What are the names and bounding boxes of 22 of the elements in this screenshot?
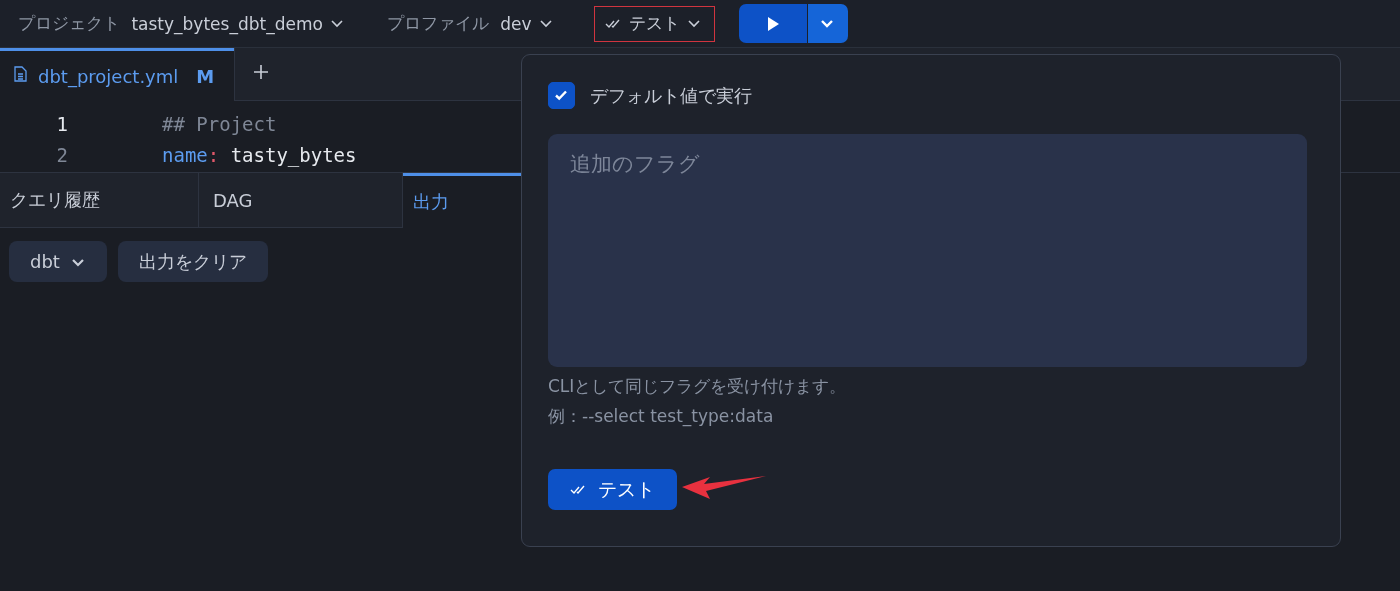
modified-label: M (196, 65, 215, 87)
project-dropdown[interactable]: プロジェクト tasty_bytes_dbt_demo (16, 5, 349, 42)
help-text: CLIとして同じフラグを受け付けます。 (548, 375, 848, 397)
checkbox-label: デフォルト値で実行 (590, 83, 752, 108)
test-button[interactable]: テスト (548, 469, 677, 510)
panel-tab[interactable]: DAG (199, 173, 403, 228)
line-number: 2 (55, 143, 68, 166)
profile-dropdown[interactable]: プロファイル dev (384, 5, 558, 42)
command-dropdown[interactable]: テスト (593, 5, 715, 42)
help-text: 例：--select test_type:data (548, 405, 775, 427)
run-options-button[interactable] (807, 4, 848, 43)
file-tab[interactable]: dbt_project.yml M (0, 48, 235, 101)
clear-output-button[interactable]: 出力をクリア (117, 241, 268, 282)
flags-field[interactable]: 追加のフラグ (548, 134, 1307, 367)
code-line: ## Project (162, 112, 277, 135)
checkbox[interactable] (548, 82, 575, 109)
line-number: 1 (55, 112, 68, 135)
play-icon (765, 15, 781, 32)
source-dropdown[interactable]: dbt (9, 241, 107, 282)
panel-tab[interactable]: クエリ履歴 (0, 173, 199, 228)
code-line: name: tasty_bytes (162, 143, 357, 166)
run-button[interactable] (738, 4, 807, 43)
